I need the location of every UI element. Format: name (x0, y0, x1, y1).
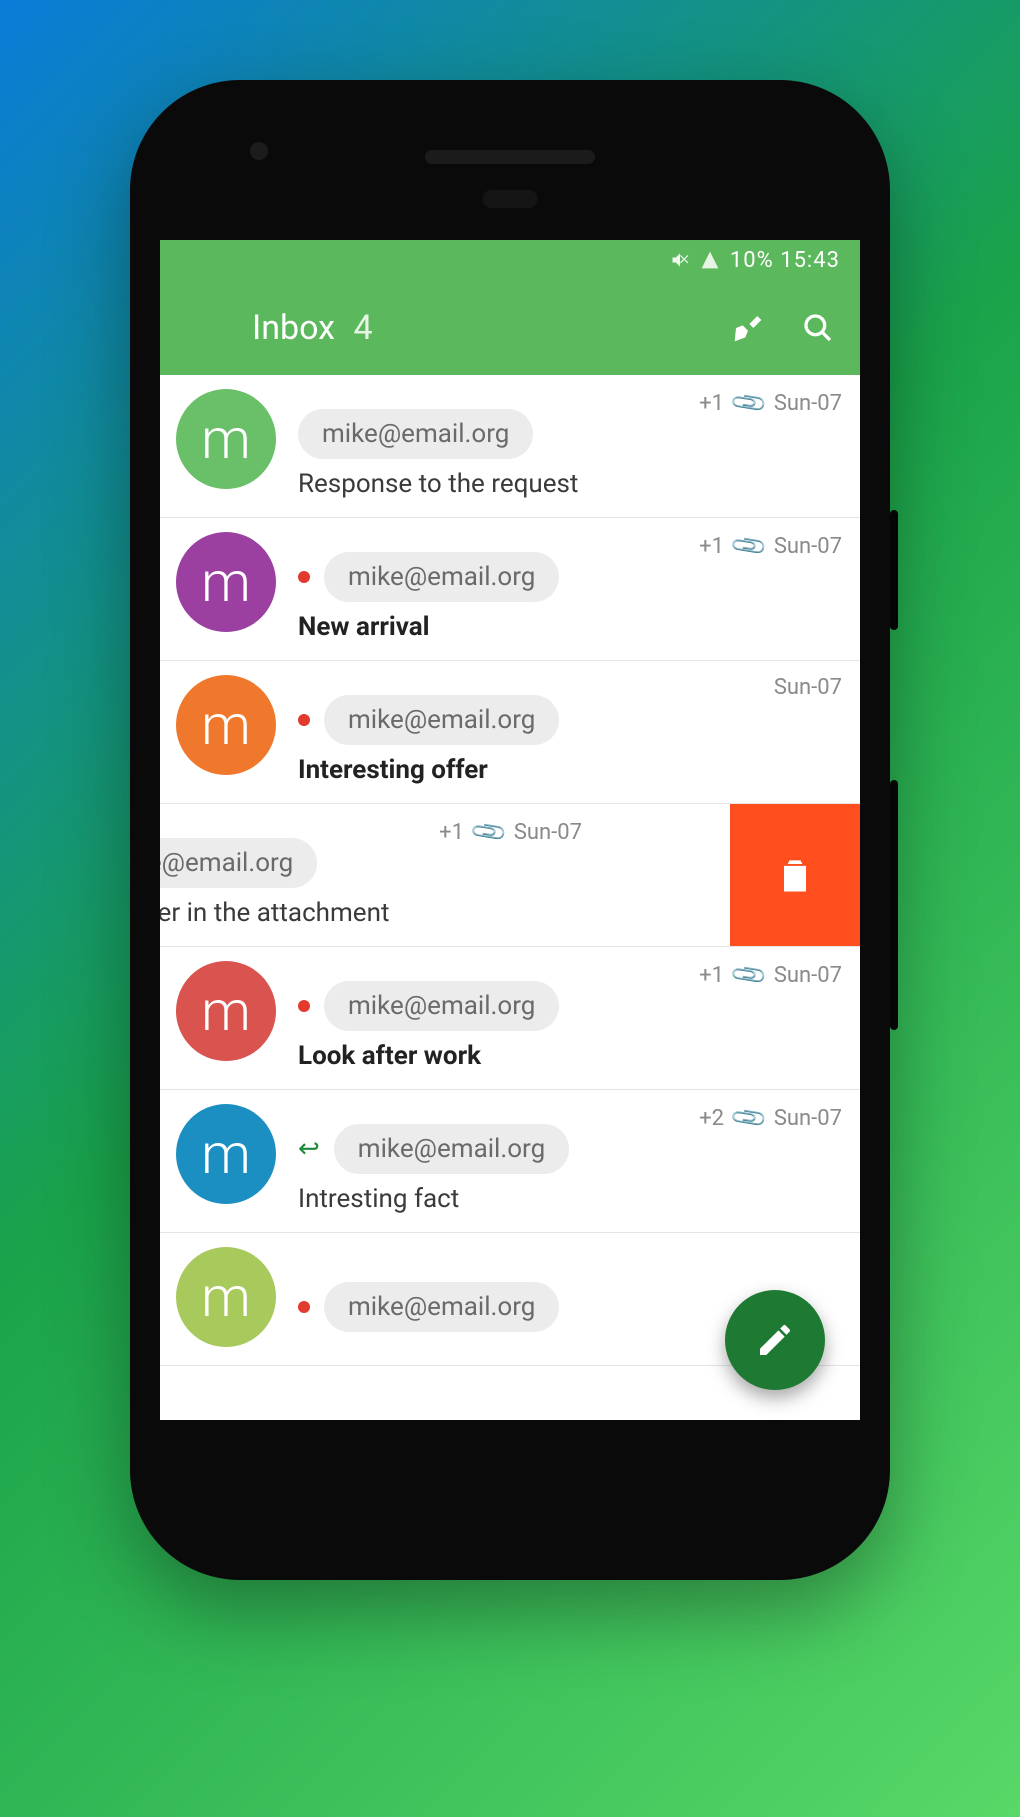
thread-count: +1 (699, 534, 724, 559)
sender-chip[interactable]: mike@email.org (324, 981, 559, 1031)
volume-button (890, 780, 898, 1030)
email-cell[interactable]: m +1📎Sun-07 mike@email.org Look after work (160, 947, 860, 1089)
email-meta: Sun-07 (774, 675, 842, 700)
email-subject: The answer in the attachment (160, 898, 584, 928)
unread-dot (298, 571, 310, 583)
email-cell[interactable]: +1📎Sun-07↩mike@email.orgThe answer in th… (160, 804, 600, 946)
sender-chip[interactable]: mike@email.org (324, 552, 559, 602)
sender-chip[interactable]: mike@email.org (324, 1282, 559, 1332)
email-subject: New arrival (298, 612, 844, 642)
sender-chip[interactable]: mike@email.org (160, 838, 317, 888)
email-row[interactable]: +1📎Sun-07↩mike@email.orgThe answer in th… (160, 804, 860, 947)
email-subject: Response to the request (298, 469, 844, 499)
screen: 10% 15:43 Inbox 4 m +1📎Sun-07 mike@email.o… (160, 240, 860, 1420)
email-cell[interactable]: m +2📎Sun-07 ↩ mike@email.org Intresting fact (160, 1090, 860, 1232)
unread-dot (298, 1301, 310, 1313)
email-meta: +2📎Sun-07 (699, 1104, 842, 1132)
email-row[interactable]: m Sun-07 mike@email.org Interesting offer (160, 661, 860, 804)
phone-frame: 10% 15:43 Inbox 4 m +1📎Sun-07 mike@email.o… (130, 80, 890, 1580)
thread-count: +1 (699, 391, 724, 416)
avatar[interactable]: m (176, 1104, 276, 1204)
email-date: Sun-07 (774, 1106, 842, 1131)
sensor-slot (483, 190, 538, 208)
app-bar: Inbox 4 (160, 280, 860, 375)
sender-line: mike@email.org (298, 695, 844, 745)
email-meta: +1📎Sun-07 (699, 961, 842, 989)
email-subject: Look after work (298, 1041, 844, 1071)
email-date: Sun-07 (774, 675, 842, 700)
avatar[interactable]: m (176, 389, 276, 489)
email-row[interactable]: m +1📎Sun-07 mike@email.org Response to the … (160, 375, 860, 518)
thread-count: +1 (439, 820, 464, 845)
email-cell[interactable]: m +1📎Sun-07 mike@email.org Response to the … (160, 375, 860, 517)
wallpaper: 10% 15:43 Inbox 4 m +1📎Sun-07 mike@email.o… (0, 0, 1020, 1817)
search-icon[interactable] (798, 308, 838, 348)
email-body: mike@email.org Interesting offer (276, 675, 844, 785)
menu-icon[interactable] (182, 308, 222, 348)
avatar[interactable]: m (176, 961, 276, 1061)
avatar[interactable]: m (176, 532, 276, 632)
signal-icon (700, 250, 720, 270)
camera-dot (250, 142, 268, 160)
email-row[interactable]: m +2📎Sun-07 ↩ mike@email.org Intresting fact (160, 1090, 860, 1233)
delete-action[interactable] (730, 804, 860, 946)
avatar[interactable]: m (176, 1247, 276, 1347)
email-row[interactable]: m +1📎Sun-07 mike@email.org New arrival (160, 518, 860, 661)
email-cell[interactable]: m +1📎Sun-07 mike@email.org New arrival (160, 518, 860, 660)
reply-icon: ↩ (298, 1134, 320, 1164)
email-date: Sun-07 (514, 820, 582, 845)
unread-dot (298, 714, 310, 726)
mute-icon (670, 250, 690, 270)
email-date: Sun-07 (774, 391, 842, 416)
sender-chip[interactable]: mike@email.org (324, 695, 559, 745)
email-subject: Intresting fact (298, 1184, 844, 1214)
email-subject: Interesting offer (298, 755, 844, 785)
thread-count: +1 (699, 963, 724, 988)
thread-count: +2 (699, 1106, 724, 1131)
email-meta: +1📎Sun-07 (439, 818, 582, 846)
email-date: Sun-07 (774, 963, 842, 988)
inbox-count: 4 (353, 308, 372, 348)
compose-fab[interactable] (725, 1290, 825, 1390)
email-meta: +1📎Sun-07 (699, 532, 842, 560)
inbox-label: Inbox (252, 308, 335, 348)
speaker-slot (425, 150, 595, 164)
unread-dot (298, 1000, 310, 1012)
page-title: Inbox 4 (252, 308, 698, 348)
power-button (890, 510, 898, 630)
status-text: 10% 15:43 (730, 248, 840, 273)
email-cell[interactable]: m Sun-07 mike@email.org Interesting offer (160, 661, 860, 803)
sender-chip[interactable]: mike@email.org (298, 409, 533, 459)
email-date: Sun-07 (774, 534, 842, 559)
sweep-icon[interactable] (728, 308, 768, 348)
avatar[interactable]: m (176, 675, 276, 775)
email-meta: +1📎Sun-07 (699, 389, 842, 417)
status-bar: 10% 15:43 (160, 240, 860, 280)
sender-chip[interactable]: mike@email.org (334, 1124, 569, 1174)
email-row[interactable]: m +1📎Sun-07 mike@email.org Look after work (160, 947, 860, 1090)
email-list: m +1📎Sun-07 mike@email.org Response to the … (160, 375, 860, 1366)
